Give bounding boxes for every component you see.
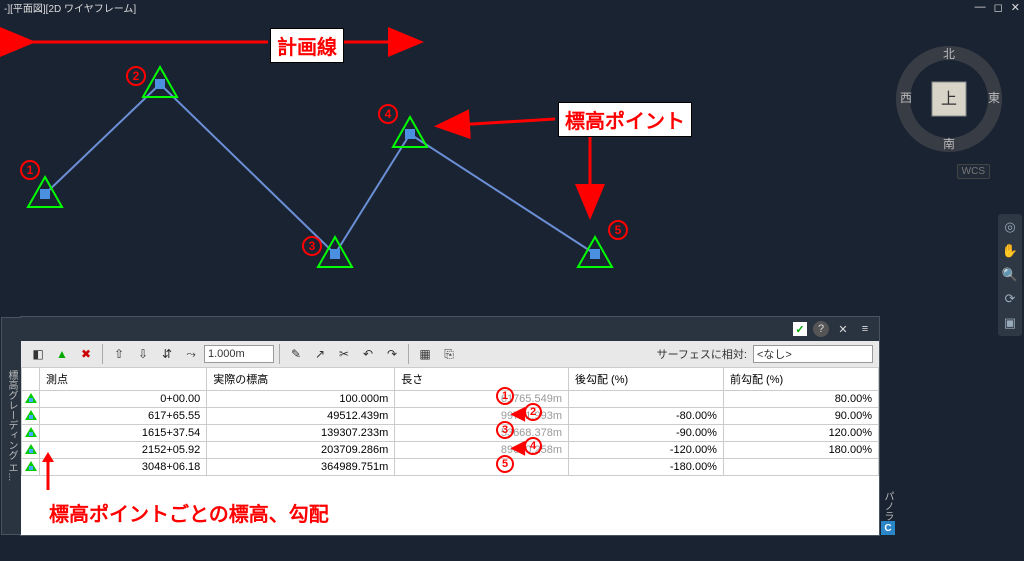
cell-fore[interactable]: 80.00% <box>723 391 878 408</box>
tool-grid-icon[interactable]: ▦ <box>414 344 436 364</box>
grid-header-row: 測点 実際の標高 長さ 後勾配 (%) 前勾配 (%) <box>22 368 879 391</box>
minimize-button[interactable]: — <box>975 1 986 14</box>
triangle-icon <box>25 461 37 471</box>
svg-text:北: 北 <box>943 47 955 61</box>
canvas-point-4: 4 <box>378 104 398 124</box>
showmotion-icon[interactable]: ▣ <box>1001 314 1019 332</box>
tool-undo-icon[interactable]: ↶ <box>357 344 379 364</box>
cell-fore[interactable] <box>723 459 878 476</box>
panel-menu-button[interactable]: ≡ <box>857 321 873 337</box>
row-arrow-2: ◀ <box>511 403 525 424</box>
surface-label: サーフェスに相対: <box>657 346 747 362</box>
surface-select[interactable]: <なし> <box>753 345 873 363</box>
table-row[interactable]: 2152+05.92203709.286m89600.258m-120.00%1… <box>22 442 879 459</box>
svg-text:南: 南 <box>943 136 955 151</box>
triangle-icon <box>25 410 37 420</box>
row-marker-2: 2 <box>524 403 542 421</box>
tool-trim-icon[interactable]: ✂ <box>333 344 355 364</box>
plan-line-graph <box>0 14 700 314</box>
wcs-label[interactable]: WCS <box>957 164 990 179</box>
panorama-icon[interactable]: C <box>881 521 895 535</box>
cell-elev[interactable]: 139307.233m <box>207 425 395 442</box>
cell-station[interactable]: 2152+05.92 <box>40 442 207 459</box>
scale-input[interactable] <box>204 345 274 363</box>
panel-header: ✓ ? ✕ ≡ <box>21 317 879 341</box>
cell-length[interactable]: 53668.378m <box>395 425 569 442</box>
row-marker-5: 5 <box>496 455 514 473</box>
table-row[interactable]: 3048+06.18364989.751m -180.00% <box>22 459 879 476</box>
close-button[interactable]: ✕ <box>1011 1 1020 14</box>
cell-back[interactable]: -180.00% <box>569 459 724 476</box>
navigation-bar: ◎ ✋ 🔍 ⟳ ▣ <box>998 214 1022 336</box>
cell-elev[interactable]: 100.000m <box>207 391 395 408</box>
titlebar: -][平面図][2D ワイヤフレーム] — ◻ ✕ <box>0 0 1024 14</box>
cell-fore[interactable]: 180.00% <box>723 442 878 459</box>
table-row[interactable]: 0+00.00100.000m61765.549m 80.00% <box>22 391 879 408</box>
tool-raise-icon[interactable]: ⇧ <box>108 344 130 364</box>
tool-redo-icon[interactable]: ↷ <box>381 344 403 364</box>
triangle-icon <box>25 427 37 437</box>
panel-close-button[interactable]: ✕ <box>835 321 851 337</box>
col-fore[interactable]: 前勾配 (%) <box>723 368 878 391</box>
cell-elev[interactable]: 364989.751m <box>207 459 395 476</box>
cell-back[interactable]: -120.00% <box>569 442 724 459</box>
tool-extend-icon[interactable]: ↗ <box>309 344 331 364</box>
col-back[interactable]: 後勾配 (%) <box>569 368 724 391</box>
cell-back[interactable] <box>569 391 724 408</box>
canvas-point-3: 3 <box>302 236 322 256</box>
tool-lower-icon[interactable]: ⇩ <box>132 344 154 364</box>
triangle-icon <box>25 393 37 403</box>
cell-station[interactable]: 617+65.55 <box>40 408 207 425</box>
canvas-point-5: 5 <box>608 220 628 240</box>
maximize-button[interactable]: ◻ <box>994 1 1003 14</box>
elevation-panel: 標高グレーディング エ... ✓ ? ✕ ≡ ◧ ▲ ✖ ⇧ ⇩ ⇵ ⤳ ✎ ↗… <box>20 316 880 536</box>
cell-station[interactable]: 0+00.00 <box>40 391 207 408</box>
svg-text:東: 東 <box>988 91 1000 105</box>
window-title: -][平面図][2D ワイヤフレーム] <box>4 0 975 15</box>
elevation-grid[interactable]: 測点 実際の標高 長さ 後勾配 (%) 前勾配 (%) 0+00.00100.0… <box>21 367 879 535</box>
canvas-point-1: 1 <box>20 160 40 180</box>
cell-length[interactable] <box>395 459 569 476</box>
triangle-icon <box>25 444 37 454</box>
tool-delete-icon[interactable]: ✖ <box>75 344 97 364</box>
cell-back[interactable]: -90.00% <box>569 425 724 442</box>
tool-add-icon[interactable]: ▲ <box>51 344 73 364</box>
panel-check-button[interactable]: ✓ <box>793 322 807 336</box>
tool-flatten-icon[interactable]: ⤳ <box>180 344 202 364</box>
steering-wheel-icon[interactable]: ◎ <box>1001 218 1019 236</box>
viewcube[interactable]: 上 北 東 南 西 <box>894 44 1004 154</box>
row-marker-4: 4 <box>524 437 542 455</box>
cell-length[interactable]: 61765.549m <box>395 391 569 408</box>
cell-fore[interactable]: 120.00% <box>723 425 878 442</box>
cell-elev[interactable]: 49512.439m <box>207 408 395 425</box>
tool-pick-icon[interactable]: ✎ <box>285 344 307 364</box>
cell-station[interactable]: 3048+06.18 <box>40 459 207 476</box>
canvas-point-2: 2 <box>126 66 146 86</box>
row-arrow-4: ◀ <box>511 437 525 458</box>
svg-text:西: 西 <box>900 91 912 105</box>
window-controls: — ◻ ✕ <box>975 1 1020 14</box>
zoom-icon[interactable]: 🔍 <box>1001 266 1019 284</box>
cell-elev[interactable]: 203709.286m <box>207 442 395 459</box>
table-row[interactable]: 1615+37.54139307.233m53668.378m-90.00%12… <box>22 425 879 442</box>
panel-tab[interactable]: 標高グレーディング エ... <box>1 317 21 535</box>
cell-station[interactable]: 1615+37.54 <box>40 425 207 442</box>
panel-help-button[interactable]: ? <box>813 321 829 337</box>
cell-length[interactable]: 99771.993m <box>395 408 569 425</box>
table-row[interactable]: 617+65.5549512.439m99771.993m-80.00%90.0… <box>22 408 879 425</box>
cell-fore[interactable]: 90.00% <box>723 408 878 425</box>
orbit-icon[interactable]: ⟳ <box>1001 290 1019 308</box>
panel-toolbar: ◧ ▲ ✖ ⇧ ⇩ ⇵ ⤳ ✎ ↗ ✂ ↶ ↷ ▦ ⎘ サーフェスに相対: <な… <box>21 341 879 367</box>
table-caption: 標高ポイントごとの標高、勾配 <box>49 498 329 527</box>
col-station[interactable]: 測点 <box>40 368 207 391</box>
pan-icon[interactable]: ✋ <box>1001 242 1019 260</box>
col-elev[interactable]: 実際の標高 <box>207 368 395 391</box>
viewcube-face[interactable]: 上 <box>941 90 957 108</box>
tool-export-icon[interactable]: ⎘ <box>438 344 460 364</box>
tool-select-icon[interactable]: ◧ <box>27 344 49 364</box>
cell-back[interactable]: -80.00% <box>569 408 724 425</box>
cell-length[interactable]: 89600.258m <box>395 442 569 459</box>
tool-toggle-icon[interactable]: ⇵ <box>156 344 178 364</box>
col-length[interactable]: 長さ <box>395 368 569 391</box>
